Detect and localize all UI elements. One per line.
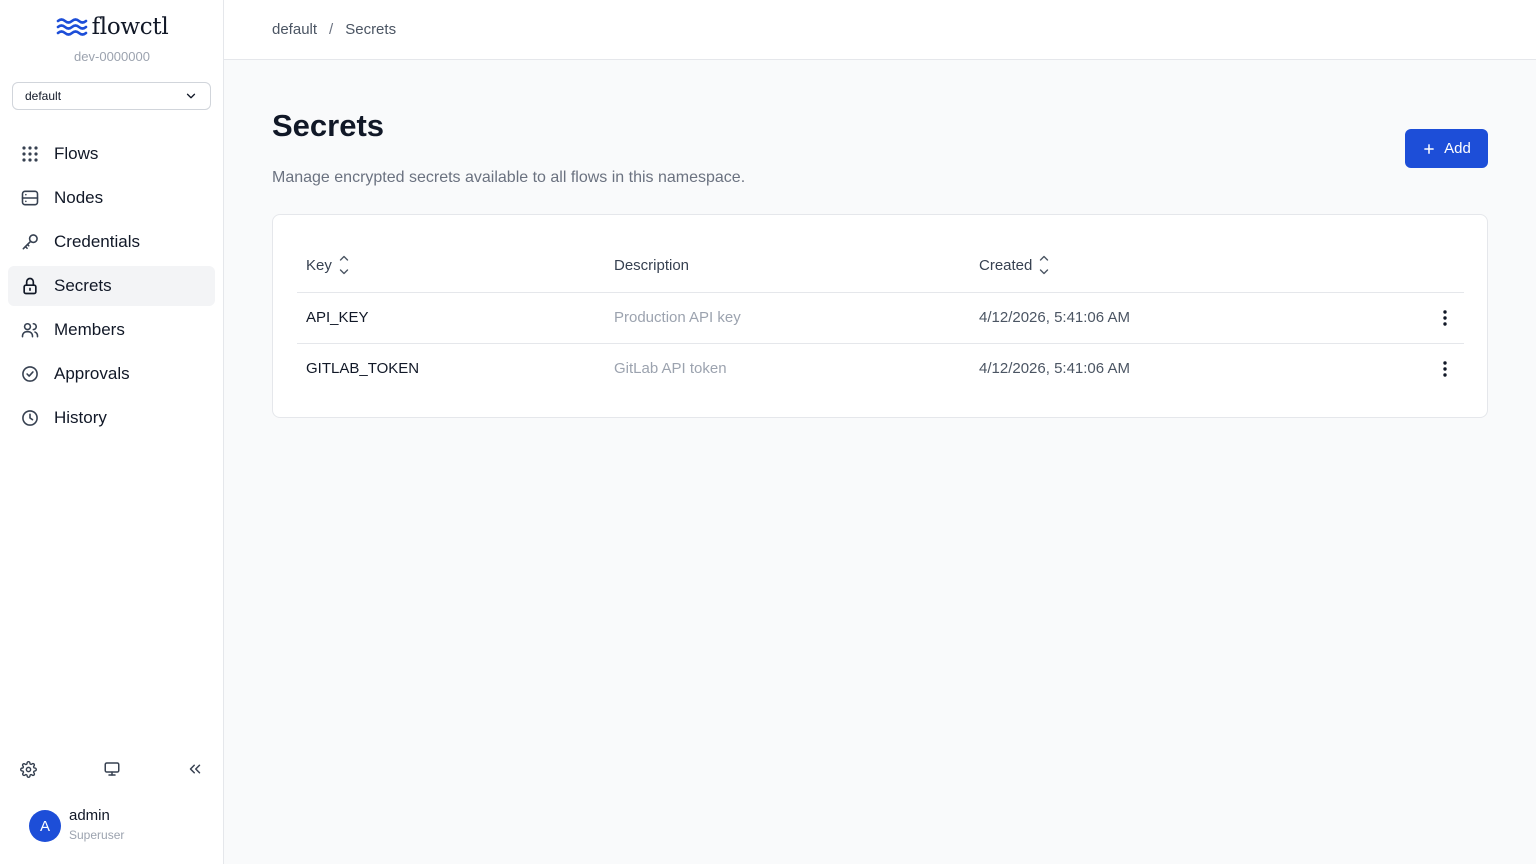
wave-logo-icon	[56, 18, 87, 36]
add-secret-button[interactable]: Add	[1405, 129, 1488, 168]
breadcrumb: default / Secrets	[224, 0, 1536, 60]
sidebar-item-credentials[interactable]: Credentials	[8, 222, 215, 262]
column-header-key[interactable]: Key	[297, 239, 605, 293]
add-button-label: Add	[1444, 140, 1471, 157]
more-vertical-icon[interactable]	[1442, 309, 1448, 327]
column-header-label: Description	[614, 256, 690, 274]
secret-description-cell: GitLab API token	[614, 360, 727, 378]
column-header-actions	[1390, 239, 1464, 293]
sidebar-item-label: Flows	[54, 144, 99, 163]
sidebar-nav: Flows Nodes Credentials Secrets Members	[8, 134, 215, 442]
column-header-label: Created	[979, 256, 1033, 274]
secrets-table: Key Description Created API_KEY Producti…	[297, 239, 1464, 394]
instance-label: dev-0000000	[74, 49, 150, 64]
sidebar-item-nodes[interactable]: Nodes	[8, 178, 215, 218]
app-name: flowctl	[91, 14, 169, 40]
breadcrumb-current: Secrets	[345, 21, 397, 38]
grid-dots-icon	[22, 146, 38, 162]
avatar: A	[29, 810, 61, 842]
secret-description-cell: Production API key	[605, 292, 970, 344]
table-header-row: Key Description Created	[297, 239, 1464, 293]
sidebar-item-label: History	[54, 408, 107, 427]
sidebar-item-members[interactable]: Members	[8, 310, 215, 350]
lock-icon	[23, 277, 37, 295]
sidebar-item-approvals[interactable]: Approvals	[8, 354, 215, 394]
page-description: Manage encrypted secrets available to al…	[272, 169, 746, 186]
secret-key-cell: API_KEY	[297, 292, 605, 344]
plus-icon	[1424, 143, 1434, 154]
namespace-select[interactable]: default	[12, 82, 211, 110]
sidebar-item-secrets[interactable]: Secrets	[8, 266, 215, 306]
check-circle-icon	[22, 366, 38, 382]
app-logo[interactable]: flowctl	[0, 14, 224, 40]
table-row: GITLAB_TOKEN GitLab API token 4/12/2026,…	[297, 343, 1464, 394]
more-vertical-icon[interactable]	[1442, 360, 1448, 378]
sidebar: flowctl dev-0000000 default Flows Nodes …	[0, 0, 224, 864]
secret-created-cell: 4/12/2026, 5:41:06 AM	[970, 292, 1390, 344]
collapse-sidebar-icon[interactable]	[184, 758, 206, 780]
page-title: Secrets	[272, 108, 385, 143]
user-menu[interactable]: A admin Superuser	[29, 806, 124, 842]
sidebar-item-label: Secrets	[54, 276, 112, 295]
column-header-created[interactable]: Created	[970, 239, 1390, 293]
namespace-select-value: default	[25, 89, 62, 103]
user-role: Superuser	[69, 827, 125, 842]
clock-icon	[22, 410, 38, 426]
column-header-description: Description	[605, 239, 970, 293]
key-icon	[22, 234, 38, 250]
sidebar-item-label: Approvals	[54, 364, 130, 383]
user-name: admin	[69, 806, 110, 824]
column-header-label: Key	[306, 256, 332, 274]
sidebar-item-label: Credentials	[54, 232, 140, 251]
table-row: API_KEY Production API key 4/12/2026, 5:…	[297, 292, 1464, 344]
gear-icon[interactable]	[17, 758, 39, 780]
row-actions-cell	[1390, 343, 1464, 394]
secret-created-cell: 4/12/2026, 5:41:06 AM	[979, 360, 1130, 378]
sidebar-item-label: Members	[54, 320, 125, 339]
server-icon	[21, 190, 39, 206]
row-actions-cell	[1390, 292, 1464, 344]
sidebar-item-flows[interactable]: Flows	[8, 134, 215, 174]
secret-key-cell: GITLAB_TOKEN	[306, 360, 420, 378]
secrets-table-card: Key Description Created API_KEY Producti…	[272, 214, 1488, 418]
sort-icon	[339, 256, 349, 275]
monitor-icon[interactable]	[101, 758, 123, 780]
sort-icon	[1040, 256, 1049, 275]
sidebar-item-label: Nodes	[54, 188, 104, 207]
breadcrumb-root-link[interactable]: default	[272, 21, 317, 38]
chevron-down-icon	[186, 93, 196, 99]
sidebar-item-history[interactable]: History	[8, 398, 215, 438]
breadcrumb-separator: /	[329, 21, 334, 38]
users-icon	[21, 322, 39, 338]
